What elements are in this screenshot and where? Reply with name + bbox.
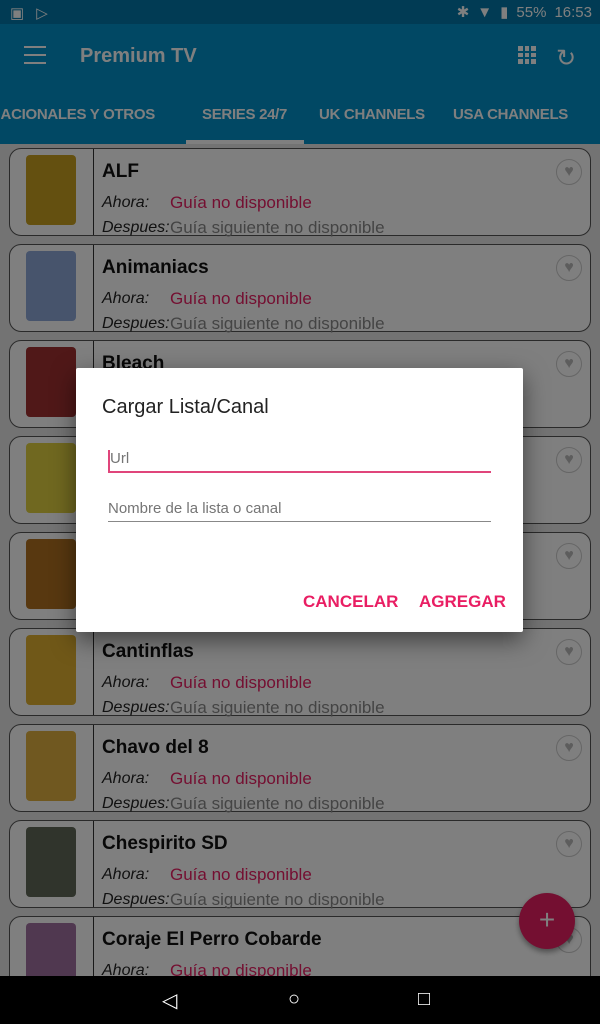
- home-icon[interactable]: ○: [288, 988, 300, 1011]
- list-name-input[interactable]: [108, 500, 491, 522]
- recents-icon[interactable]: □: [418, 988, 430, 1011]
- navigation-bar: ◁ ○ □: [0, 976, 600, 1024]
- add-list-button[interactable]: AGREGAR: [419, 592, 506, 612]
- url-input[interactable]: [108, 450, 491, 473]
- load-list-dialog: Cargar Lista/Canal CANCELAR AGREGAR: [76, 368, 523, 632]
- cancel-button[interactable]: CANCELAR: [303, 592, 398, 612]
- dialog-title: Cargar Lista/Canal: [102, 396, 269, 418]
- back-icon[interactable]: ◁: [162, 988, 177, 1013]
